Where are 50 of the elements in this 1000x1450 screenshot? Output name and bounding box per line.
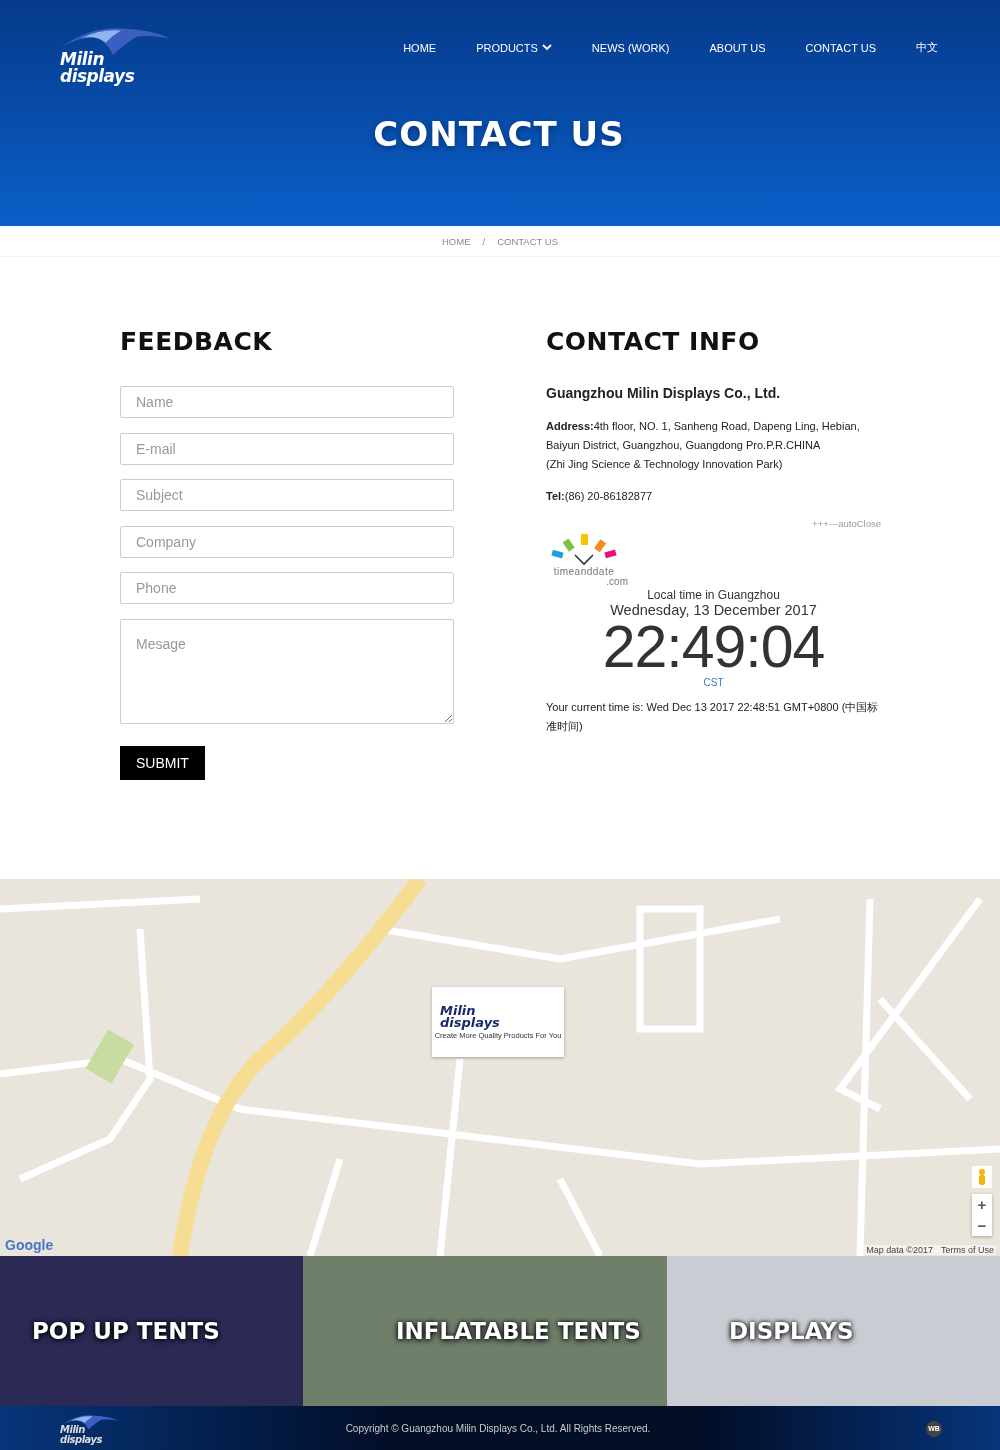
breadcrumb-separator: /: [482, 235, 486, 247]
site-logo[interactable]: Milin displays: [60, 24, 172, 84]
input-field[interactable]: Subject: [120, 479, 454, 511]
logo-text: displays: [60, 67, 135, 84]
time-zone-link[interactable]: CST: [703, 676, 724, 690]
input-field[interactable]: E-mail: [120, 432, 454, 465]
nav-link[interactable]: HOME: [383, 38, 457, 57]
logo-text: Milin: [60, 1425, 85, 1435]
terms-link[interactable]: Terms of Use: [941, 1245, 994, 1255]
category-tile[interactable]: POP UP TENTS: [0, 1256, 303, 1406]
section-title: FEEDBACK: [120, 327, 274, 356]
logo-text: Milin: [60, 51, 104, 68]
breadcrumb-link[interactable]: HOME: [442, 235, 471, 247]
google-logo: Google: [5, 1237, 54, 1253]
clock-location: Local time in Guangzhou: [647, 589, 780, 602]
brand-text: timeanddate: [553, 567, 615, 577]
company-name: Guangzhou Milin Displays Co., Ltd.: [546, 384, 782, 403]
address-line: Address:4th floor, NO. 1, Sanheng Road, Dapeng Ling, Hebian,: [546, 419, 861, 434]
footer-logo[interactable]: Milin displays: [60, 1412, 120, 1445]
brand-suffix: .com: [606, 577, 628, 587]
zoom-in-button[interactable]: +: [972, 1194, 992, 1215]
pegman-icon[interactable]: [972, 1166, 992, 1188]
input-field[interactable]: Name: [120, 386, 454, 418]
category-tile[interactable]: INFLATABLE TENTS: [303, 1256, 667, 1406]
logo-text: displays: [60, 1434, 103, 1445]
copyright-text: Copyright © Guangzhou Milin Displays Co., Ltd. All Rights Reserved.: [344, 1423, 652, 1434]
breadcrumb-current: CONTACT US: [497, 235, 558, 247]
map-attribution: Map data ©2017: [866, 1245, 933, 1255]
nav-link[interactable]: ABOUT US: [689, 38, 786, 57]
nav-link[interactable]: PRODUCTS: [456, 38, 572, 57]
section-title: CONTACT INFO: [546, 327, 761, 356]
submit-button[interactable]: SUBMIT: [120, 746, 205, 780]
clock-date: Wednesday, 13 December 2017: [610, 602, 817, 618]
current-time-text: Your current time is: Wed Dec 13 2017 22:48:51 GMT+0800 (中国标准时间): [546, 700, 880, 734]
nav-link[interactable]: CONTACT US: [785, 38, 896, 57]
timeanddate-logo-icon: [550, 533, 618, 567]
input-field[interactable]: Company: [120, 525, 454, 558]
nav-link[interactable]: NEWS (WORK): [571, 38, 690, 57]
nav-link[interactable]: 中文: [896, 38, 938, 57]
marker-logo-text: displays: [440, 1016, 500, 1029]
caret-icon: [541, 44, 552, 51]
input-field[interactable]: Phone: [120, 572, 454, 604]
page-title: CONTACT US: [373, 113, 625, 154]
message-field[interactable]: Mesage: [120, 618, 454, 724]
address-line: Baiyun District, Guangzhou, Guangdong Pro.P.R.CHINA: [546, 438, 822, 453]
address-line: (Zhi Jing Science & Technology Innovation Park): [546, 457, 784, 472]
phone-text: Tel:(86) 20-86182877: [546, 489, 654, 504]
marker-logo-text: Milin: [440, 1004, 476, 1017]
clock-time: 22:49:04: [602, 618, 825, 676]
zoom-out-button[interactable]: −: [972, 1215, 992, 1236]
